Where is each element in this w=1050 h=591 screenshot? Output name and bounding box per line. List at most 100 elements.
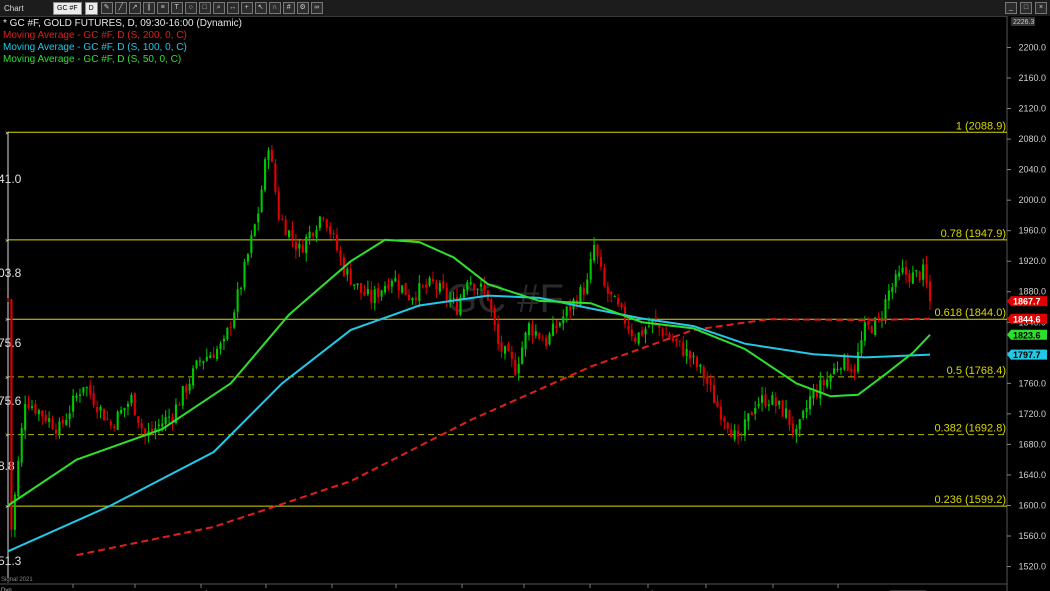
y-tick-label: 1720.0 [1018,409,1046,419]
candle-body [85,387,88,389]
candle-body [527,323,531,335]
candle-body [661,328,664,337]
candle-body [305,236,308,253]
candle-body [713,385,716,404]
candle-body [240,287,243,289]
candle-body [795,429,798,435]
candle-body [353,284,356,286]
candle-body [493,308,496,326]
interval-field[interactable]: D [84,1,98,15]
fib-anchor-marker: × [5,238,9,245]
candle-body [318,216,321,228]
symbol-field[interactable]: GC #F [53,1,82,15]
candle-body [891,287,894,293]
candle-body [411,298,414,301]
candle-body [425,284,428,288]
candle-body [428,277,431,286]
candle-body [363,291,366,296]
candle-body [853,369,856,374]
candle-body [370,289,373,303]
candle-body [267,150,270,160]
close-icon[interactable]: × [1035,2,1047,14]
candle-body [414,297,417,301]
candle-body [610,291,613,295]
zoom-icon[interactable]: ⌕ [212,2,225,14]
candle-body [311,232,315,237]
candle-body [377,288,380,298]
settings-icon[interactable]: ⚙ [296,2,309,14]
pointer-icon[interactable]: ↖ [254,2,267,14]
candle-body [301,244,304,253]
fib-anchor-marker: × [5,433,9,440]
candle-body [517,363,520,374]
fib-label-1: 1 (2088.9) [956,120,1006,132]
candle-body [359,283,363,293]
candle-body [192,368,195,386]
candle-body [109,421,112,426]
candle-body [774,397,777,407]
candle-body [380,290,383,297]
candle-body [726,422,729,429]
candle-body [521,347,524,364]
candle-body [541,339,544,341]
y-tick-label: 1960.0 [1018,226,1046,236]
price-tag-label-ma100: 1797.7 [1013,350,1041,360]
candle-body [178,404,181,406]
candle-body [229,326,232,328]
candle-body [497,323,500,344]
candle-body [702,366,705,379]
candle-body [407,294,411,301]
candle-body [819,380,822,399]
pencil-icon[interactable]: ✎ [100,2,113,14]
candle-body [915,270,918,272]
candle-body [366,289,369,295]
crosshair-icon[interactable]: + [240,2,253,14]
candle-body [507,344,510,351]
candle-body [531,324,534,336]
channel-icon[interactable]: ∥ [142,2,155,14]
candle-body [894,274,897,287]
link-icon[interactable]: ∞ [310,2,323,14]
candle-body [20,428,23,463]
candle-body [253,224,256,236]
candle-body [757,403,760,407]
price-chart[interactable]: GC #F1520.01560.01600.01640.01680.01720.… [0,16,1050,591]
candle-body [586,279,589,294]
candle-body [671,338,674,341]
text-icon[interactable]: T [170,2,183,14]
ray-icon[interactable]: ↗ [128,2,141,14]
measure-icon[interactable]: ↔ [226,2,239,14]
candle-body [133,393,136,416]
candle-body [222,338,225,342]
fib-label-0.382: 0.382 (1692.8) [934,423,1006,435]
minimize-icon[interactable]: _ [1005,2,1017,14]
candle-body [418,283,421,302]
candle-body [695,356,698,368]
line-icon[interactable]: ╱ [114,2,127,14]
candle-body [140,423,143,429]
magnet-icon[interactable]: ∩ [268,2,281,14]
candle-body [589,259,592,280]
candle-body [928,281,932,302]
candle-body [771,395,774,405]
y-tick-label: 1680.0 [1018,439,1046,449]
candle-body [503,346,507,354]
fib-icon[interactable]: ≡ [156,2,169,14]
candle-body [760,395,764,403]
y-tick-label: 2160.0 [1018,73,1046,83]
maximize-icon[interactable]: □ [1020,2,1032,14]
candle-body [387,283,390,289]
candle-body [181,386,184,406]
candle-body [863,322,866,341]
candle-body [281,218,284,220]
chart-window-title: Chart [4,3,24,13]
fib-anchor-marker: × [5,317,9,324]
candle-body [120,409,123,414]
rectangle-icon[interactable]: □ [198,2,211,14]
candle-body [569,304,572,311]
candle-body [216,348,219,359]
grid-icon[interactable]: # [282,2,295,14]
candle-body [322,218,325,220]
circle-icon[interactable]: ○ [184,2,197,14]
candle-body [10,299,13,530]
